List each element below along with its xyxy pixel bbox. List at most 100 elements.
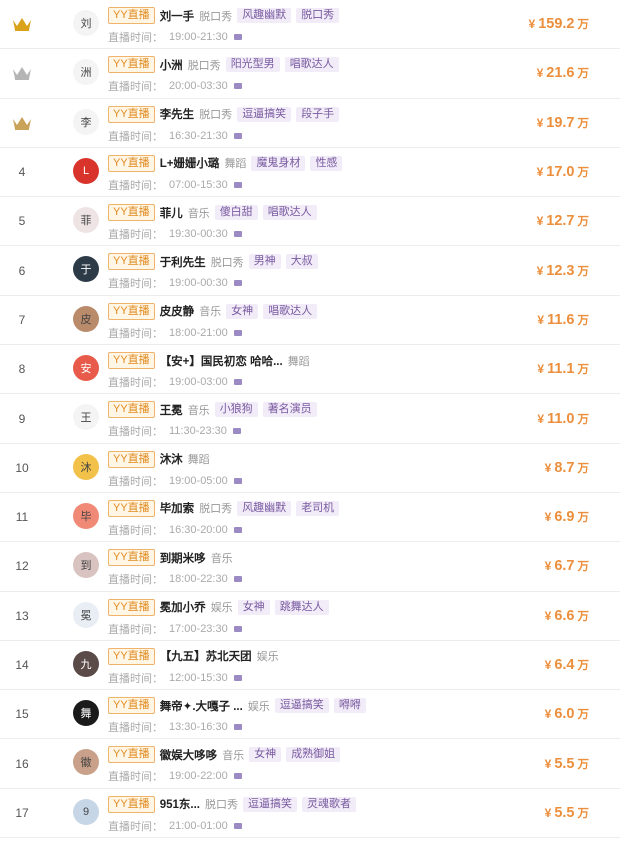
platform-badge[interactable]: YY直播 xyxy=(108,154,155,172)
stream-schedule: 直播时间： 19:00-05:00 xyxy=(108,474,242,488)
ranking-row-1[interactable]: 刘 YY直播 刘一手 脱口秀 风趣幽默 脱口秀 直播时间： 19:00-21:30… xyxy=(0,0,620,50)
currency-symbol: ¥ xyxy=(536,214,544,229)
streamer-name[interactable]: 刘一手 xyxy=(160,8,195,24)
platform-badge[interactable]: YY直播 xyxy=(108,401,155,419)
streamer-name[interactable]: 951东... xyxy=(160,796,200,812)
platform-badge[interactable]: YY直播 xyxy=(108,204,155,222)
tag-label: 唱歌达人 xyxy=(262,205,317,221)
amount-unit: 万 xyxy=(577,709,590,722)
streamer-name[interactable]: L+姗姗小璐 xyxy=(160,155,220,171)
category-label: 舞蹈 xyxy=(287,355,310,368)
streamer-name[interactable]: 王冕 xyxy=(160,402,183,418)
avatar[interactable]: 安 xyxy=(73,355,99,382)
tag-label: 女神 xyxy=(249,747,282,763)
platform-badge[interactable]: YY直播 xyxy=(108,105,155,123)
streamer-name[interactable]: 菲儿 xyxy=(160,205,183,221)
avatar[interactable]: 皮 xyxy=(73,305,99,332)
avatar[interactable]: 冕 xyxy=(73,601,99,628)
streamer-info: YY直播 徽娱大哆哆 音乐 女神 成熟御姐 xyxy=(108,746,341,764)
amount-unit: 万 xyxy=(577,117,590,130)
ranking-row-5[interactable]: 5 菲 YY直播 菲儿 音乐 傻白甜 唱歌达人 直播时间： 19:30-00:30… xyxy=(0,197,620,247)
amount-unit: 万 xyxy=(577,561,590,574)
streamer-name[interactable]: 小洲 xyxy=(160,57,183,73)
streamer-name[interactable]: 李先生 xyxy=(160,106,195,122)
avatar[interactable]: 毕 xyxy=(73,502,99,529)
stream-schedule: 直播时间： 19:00-21:30 xyxy=(108,30,242,44)
avatar[interactable]: 于 xyxy=(73,256,99,283)
platform-badge[interactable]: YY直播 xyxy=(108,795,155,813)
avatar[interactable]: 到 xyxy=(73,552,99,579)
streamer-name[interactable]: 舞帝✦.大嘎子 ... xyxy=(160,698,243,714)
currency-symbol: ¥ xyxy=(544,460,552,475)
avatar[interactable]: 九 xyxy=(73,650,99,677)
ranking-row-17[interactable]: 17 9 YY直播 951东... 脱口秀 逗逼搞笑 灵魂歌者 直播时间： 21:… xyxy=(0,789,620,839)
platform-badge[interactable]: YY直播 xyxy=(108,598,155,616)
ranking-row-12[interactable]: 12 到 YY直播 到期米哆 音乐 直播时间： 18:00-22:30 ¥ 6.… xyxy=(0,542,620,592)
avatar[interactable]: 李 xyxy=(73,108,99,135)
streamer-name[interactable]: 【安+】国民初恋 哈哈... xyxy=(160,353,283,369)
stream-schedule: 直播时间： 17:00-23:30 xyxy=(108,622,242,636)
streamer-name[interactable]: 皮皮静 xyxy=(160,303,195,319)
platform-badge[interactable]: YY直播 xyxy=(108,746,155,764)
ranking-row-11[interactable]: 11 毕 YY直播 毕加索 脱口秀 风趣幽默 老司机 直播时间： 16:30-20… xyxy=(0,493,620,543)
platform-badge[interactable]: YY直播 xyxy=(108,549,155,567)
currency-symbol: ¥ xyxy=(544,608,552,623)
platform-badge[interactable]: YY直播 xyxy=(108,253,155,271)
ranking-row-2[interactable]: 洲 YY直播 小洲 脱口秀 阳光型男 唱歌达人 直播时间： 20:00-03:30… xyxy=(0,49,620,99)
streamer-info: YY直播 王冕 音乐 小狼狗 著名演员 xyxy=(108,401,317,419)
avatar[interactable]: 洲 xyxy=(73,59,99,86)
time-label: 直播时间： xyxy=(108,179,163,192)
stream-schedule: 直播时间： 19:00-22:00 xyxy=(108,769,242,783)
ranking-row-15[interactable]: 15 舞 YY直播 舞帝✦.大嘎子 ... 娱乐 逗逼搞笑 嘚嘚 直播时间： 13… xyxy=(0,690,620,740)
ranking-row-6[interactable]: 6 于 YY直播 于利先生 脱口秀 男神 大叔 直播时间： 19:00-00:30… xyxy=(0,246,620,296)
rank-number: 6 xyxy=(18,263,26,278)
stream-schedule: 直播时间： 19:00-03:00 xyxy=(108,375,242,389)
currency-symbol: ¥ xyxy=(544,510,552,525)
ranking-row-9[interactable]: 9 王 YY直播 王冕 音乐 小狼狗 著名演员 直播时间： 11:30-23:30… xyxy=(0,394,620,444)
time-label: 直播时间： xyxy=(108,722,163,735)
streamer-name[interactable]: 【九五】苏北天团 xyxy=(160,648,252,664)
avatar[interactable]: 沐 xyxy=(73,453,99,480)
streamer-name[interactable]: 沐沐 xyxy=(160,451,183,467)
ranking-row-16[interactable]: 16 徽 YY直播 徽娱大哆哆 音乐 女神 成熟御姐 直播时间： 19:00-22… xyxy=(0,739,620,789)
avatar[interactable]: 舞 xyxy=(73,700,99,727)
ranking-row-14[interactable]: 14 九 YY直播 【九五】苏北天团 娱乐 直播时间： 12:00-15:30 … xyxy=(0,641,620,691)
avatar[interactable]: 菲 xyxy=(73,207,99,234)
streamer-name[interactable]: 冕加小乔 xyxy=(160,599,206,615)
category-label: 音乐 xyxy=(199,306,222,319)
ranking-row-8[interactable]: 8 安 YY直播 【安+】国民初恋 哈哈... 舞蹈 直播时间： 19:00-0… xyxy=(0,345,620,395)
category-label: 音乐 xyxy=(187,207,210,220)
ranking-row-3[interactable]: 李 YY直播 李先生 脱口秀 逗逼搞笑 段子手 直播时间： 16:30-21:30… xyxy=(0,99,620,148)
platform-badge[interactable]: YY直播 xyxy=(108,302,155,320)
streamer-name[interactable]: 到期米哆 xyxy=(160,550,206,566)
earnings-amount: ¥ 11.1 万 xyxy=(537,345,589,393)
streamer-name[interactable]: 于利先生 xyxy=(160,254,206,270)
platform-badge[interactable]: YY直播 xyxy=(108,647,155,665)
avatar[interactable]: 王 xyxy=(73,404,99,431)
platform-badge[interactable]: YY直播 xyxy=(108,7,155,24)
platform-badge[interactable]: YY直播 xyxy=(108,56,155,74)
platform-badge[interactable]: YY直播 xyxy=(108,352,155,370)
ranking-row-7[interactable]: 7 皮 YY直播 皮皮静 音乐 女神 唱歌达人 直播时间： 18:00-21:00… xyxy=(0,296,620,346)
currency-symbol: ¥ xyxy=(536,115,544,130)
avatar[interactable]: 9 xyxy=(73,798,99,825)
tv-icon xyxy=(233,822,242,829)
stream-schedule: 直播时间： 16:30-21:30 xyxy=(108,129,242,143)
ranking-row-4[interactable]: 4 L YY直播 L+姗姗小璐 舞蹈 魔鬼身材 性感 直播时间： 07:00-15… xyxy=(0,148,620,198)
stream-time: 16:30-20:00 xyxy=(169,523,228,536)
platform-badge[interactable]: YY直播 xyxy=(108,499,155,517)
category-label: 舞蹈 xyxy=(187,454,210,467)
avatar[interactable]: 徽 xyxy=(73,749,99,776)
amount-unit: 万 xyxy=(577,758,590,771)
ranking-row-10[interactable]: 10 沐 YY直播 沐沐 舞蹈 直播时间： 19:00-05:00 ¥ 8.7 … xyxy=(0,444,620,493)
amount-unit: 万 xyxy=(577,413,590,426)
streamer-name[interactable]: 毕加索 xyxy=(160,500,195,516)
streamer-name[interactable]: 徽娱大哆哆 xyxy=(160,747,218,763)
streamer-info: YY直播 于利先生 脱口秀 男神 大叔 xyxy=(108,253,318,271)
currency-symbol: ¥ xyxy=(536,165,544,180)
platform-badge[interactable]: YY直播 xyxy=(108,450,155,468)
ranking-row-13[interactable]: 13 冕 YY直播 冕加小乔 娱乐 女神 跳舞达人 直播时间： 17:00-23:… xyxy=(0,592,620,641)
platform-badge[interactable]: YY直播 xyxy=(108,697,155,715)
avatar[interactable]: L xyxy=(73,157,99,184)
avatar[interactable]: 刘 xyxy=(73,10,99,36)
